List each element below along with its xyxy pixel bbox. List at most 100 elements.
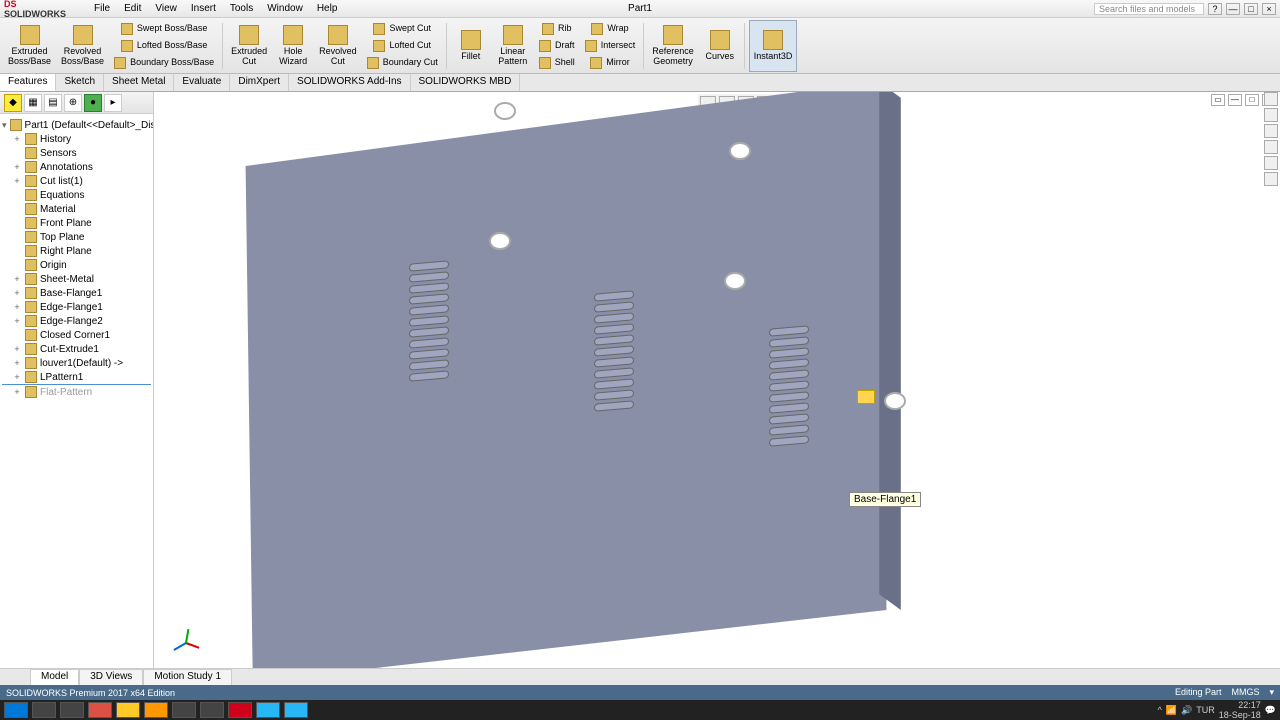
fillet-button[interactable]: Fillet [451, 20, 491, 72]
tab-mbd[interactable]: SOLIDWORKS MBD [411, 74, 521, 91]
tree-item[interactable]: Equations [2, 188, 151, 202]
tree-item[interactable]: Sensors [2, 146, 151, 160]
tree-item[interactable]: +LPattern1 [2, 370, 151, 385]
tab-sheet-metal[interactable]: Sheet Metal [104, 74, 174, 91]
hole-wizard-button[interactable]: Hole Wizard [273, 20, 313, 72]
lofted-boss-button[interactable]: Lofted Boss/Base [110, 38, 218, 54]
tree-item[interactable]: +Cut list(1) [2, 174, 151, 188]
tray-language[interactable]: TUR [1196, 705, 1215, 715]
resources-tab-icon[interactable] [1264, 92, 1278, 106]
swept-boss-button[interactable]: Swept Boss/Base [110, 21, 218, 37]
tree-item[interactable]: +Edge-Flange2 [2, 314, 151, 328]
shell-button[interactable]: Shell [535, 55, 579, 71]
tray-up-icon[interactable]: ^ [1158, 705, 1162, 715]
configuration-manager-tab[interactable]: ▤ [44, 94, 62, 112]
search-input[interactable]: Search files and models [1094, 3, 1204, 15]
reference-geometry-button[interactable]: Reference Geometry [648, 20, 698, 72]
close-button[interactable]: × [1262, 3, 1276, 15]
tree-item[interactable]: +Flat-Pattern [2, 385, 151, 399]
start-button[interactable] [4, 702, 28, 718]
tray-volume-icon[interactable]: 🔊 [1181, 705, 1192, 716]
louver-group-3[interactable] [769, 327, 809, 445]
notifications-icon[interactable]: 💬 [1265, 705, 1276, 716]
mail-icon[interactable] [200, 702, 224, 718]
boundary-cut-button[interactable]: Boundary Cut [363, 55, 442, 71]
appearances-icon[interactable] [1264, 156, 1278, 170]
menu-insert[interactable]: Insert [185, 3, 222, 14]
app2-taskbar-icon[interactable] [284, 702, 308, 718]
property-manager-tab[interactable]: ▦ [24, 94, 42, 112]
menu-help[interactable]: Help [311, 3, 344, 14]
file-explorer-icon[interactable] [1264, 124, 1278, 138]
minimize-button[interactable]: — [1226, 3, 1240, 15]
louver-group-1[interactable] [409, 262, 449, 380]
linear-pattern-button[interactable]: Linear Pattern [493, 20, 533, 72]
tree-item[interactable]: +louver1(Default) -> [2, 356, 151, 370]
boundary-boss-button[interactable]: Boundary Boss/Base [110, 55, 218, 71]
menu-file[interactable]: File [88, 3, 116, 14]
display-manager-tab[interactable]: ● [84, 94, 102, 112]
viewport-layout-icon[interactable]: ▭ [1211, 94, 1225, 106]
feature-manager-tab[interactable]: ◆ [4, 94, 22, 112]
view-palette-icon[interactable] [1264, 140, 1278, 154]
tree-item[interactable]: +Sheet-Metal [2, 272, 151, 286]
app-taskbar-icon[interactable] [256, 702, 280, 718]
lofted-cut-button[interactable]: Lofted Cut [363, 38, 442, 54]
rib-button[interactable]: Rib [535, 21, 579, 37]
store-icon[interactable] [172, 702, 196, 718]
tab-addins[interactable]: SOLIDWORKS Add-Ins [289, 74, 410, 91]
help-icon[interactable]: ? [1208, 3, 1222, 15]
tree-item[interactable]: Material [2, 202, 151, 216]
viewport-maximize-icon[interactable]: □ [1245, 94, 1259, 106]
extruded-cut-button[interactable]: Extruded Cut [227, 20, 271, 72]
chrome-icon[interactable] [88, 702, 112, 718]
file-explorer-taskbar-icon[interactable] [116, 702, 140, 718]
search-icon[interactable] [32, 702, 56, 718]
extruded-boss-button[interactable]: Extruded Boss/Base [4, 20, 55, 72]
solidworks-taskbar-icon[interactable] [228, 702, 252, 718]
tree-item[interactable]: Front Plane [2, 216, 151, 230]
tree-item[interactable]: +History [2, 132, 151, 146]
sublime-icon[interactable] [144, 702, 168, 718]
louver-group-2[interactable] [594, 292, 634, 410]
tree-item[interactable]: +Edge-Flange1 [2, 300, 151, 314]
mirror-button[interactable]: Mirror [581, 55, 640, 71]
draft-button[interactable]: Draft [535, 38, 579, 54]
tab-model[interactable]: Model [30, 669, 79, 685]
tree-item[interactable]: Right Plane [2, 244, 151, 258]
tab-features[interactable]: Features [0, 74, 56, 91]
tab-3d-views[interactable]: 3D Views [79, 669, 143, 685]
tray-network-icon[interactable]: 📶 [1166, 705, 1177, 716]
instant3d-button[interactable]: Instant3D [749, 20, 798, 72]
tab-sketch[interactable]: Sketch [56, 74, 104, 91]
revolved-boss-button[interactable]: Revolved Boss/Base [57, 20, 108, 72]
intersect-button[interactable]: Intersect [581, 38, 640, 54]
tree-item[interactable]: +Base-Flange1 [2, 286, 151, 300]
menu-tools[interactable]: Tools [224, 3, 259, 14]
dimxpert-manager-tab[interactable]: ⊕ [64, 94, 82, 112]
custom-properties-icon[interactable] [1264, 172, 1278, 186]
tab-dimxpert[interactable]: DimXpert [230, 74, 289, 91]
tab-evaluate[interactable]: Evaluate [174, 74, 230, 91]
revolved-cut-button[interactable]: Revolved Cut [315, 20, 361, 72]
tree-item[interactable]: +Annotations [2, 160, 151, 174]
tray-time[interactable]: 22:17 [1238, 700, 1261, 710]
status-units[interactable]: MMGS [1231, 687, 1259, 698]
viewport-minimize-icon[interactable]: — [1228, 94, 1242, 106]
tree-root[interactable]: ▾Part1 (Default<<Default>_Display State [2, 118, 151, 132]
swept-cut-button[interactable]: Swept Cut [363, 21, 442, 37]
tree-item[interactable]: Top Plane [2, 230, 151, 244]
tree-item[interactable]: +Cut-Extrude1 [2, 342, 151, 356]
orientation-triad[interactable] [174, 628, 204, 658]
menu-view[interactable]: View [149, 3, 183, 14]
tree-item[interactable]: Origin [2, 258, 151, 272]
curves-button[interactable]: Curves [700, 20, 740, 72]
model-body[interactable] [224, 92, 944, 668]
menu-window[interactable]: Window [261, 3, 309, 14]
design-library-icon[interactable] [1264, 108, 1278, 122]
tree-item[interactable]: Closed Corner1 [2, 328, 151, 342]
menu-edit[interactable]: Edit [118, 3, 147, 14]
maximize-button[interactable]: □ [1244, 3, 1258, 15]
task-view-icon[interactable] [60, 702, 84, 718]
graphics-viewport[interactable]: ▭ — □ × Base-Flange1 [154, 92, 1280, 668]
